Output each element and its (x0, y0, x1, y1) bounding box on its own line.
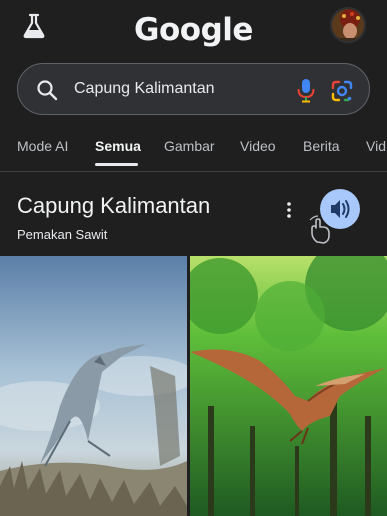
search-icon (37, 80, 58, 101)
google-lens-icon[interactable] (330, 79, 354, 103)
top-bar: Google (0, 0, 387, 62)
tab-gambar[interactable]: Gambar (164, 138, 215, 154)
result-title[interactable]: Capung Kalimantan (17, 193, 210, 219)
active-tab-indicator (95, 163, 138, 166)
tab-video[interactable]: Video (240, 138, 276, 154)
search-tabs: Mode AI Semua Gambar Video Berita Vid (0, 126, 387, 166)
search-bar[interactable]: Capung Kalimantan (17, 63, 370, 115)
pterosaur-forest-image (190, 256, 387, 516)
tap-hand-icon (309, 215, 330, 244)
tab-mode-ai[interactable]: Mode AI (17, 138, 68, 154)
search-query[interactable]: Capung Kalimantan (74, 80, 215, 98)
tab-berita[interactable]: Berita (303, 138, 340, 154)
result-image-1[interactable] (0, 256, 187, 516)
google-logo: Google (134, 12, 253, 48)
microphone-icon[interactable] (295, 77, 317, 103)
divider (0, 171, 387, 172)
tab-semua[interactable]: Semua (95, 138, 141, 154)
pterosaur-sky-image (0, 256, 187, 516)
result-image-2[interactable] (190, 256, 387, 516)
more-vert-icon[interactable] (282, 200, 296, 220)
result-subtitle: Pemakan Sawit (17, 227, 108, 242)
tab-video-partial[interactable]: Vid (366, 138, 386, 154)
profile-avatar[interactable] (330, 7, 366, 43)
